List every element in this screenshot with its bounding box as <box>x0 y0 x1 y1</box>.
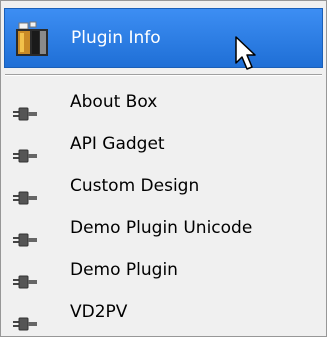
plugin-context-menu: Plugin Info About Box API Gadget Custom … <box>0 0 327 337</box>
menu-item-custom-design[interactable]: Custom Design <box>4 165 323 207</box>
menu-item-demo-plugin[interactable]: Demo Plugin <box>4 249 323 291</box>
menu-item-vd2pv[interactable]: VD2PV <box>4 291 323 333</box>
menu-item-label: API Gadget <box>70 134 165 154</box>
menu-separator <box>5 74 322 76</box>
menu-item-label: About Box <box>70 92 158 112</box>
menu-item-api-gadget[interactable]: API Gadget <box>4 123 323 165</box>
plug-icon <box>13 137 37 163</box>
menu-item-label: Custom Design <box>70 176 200 196</box>
plug-icon <box>13 305 37 331</box>
menu-items: About Box API Gadget Custom Design Demo … <box>4 81 323 333</box>
menu-item-plugin-info[interactable]: Plugin Info <box>4 8 323 68</box>
menu-item-label: Plugin Info <box>71 28 161 48</box>
menu-item-label: Demo Plugin <box>70 260 178 280</box>
mouse-pointer-icon <box>234 35 260 73</box>
plug-icon <box>13 221 37 247</box>
menu-item-label: VD2PV <box>70 302 128 322</box>
menu-item-about-box[interactable]: About Box <box>4 81 323 123</box>
plug-icon <box>13 95 37 121</box>
menu-item-label: Demo Plugin Unicode <box>70 218 253 238</box>
plug-icon <box>13 263 37 289</box>
menu-item-demo-plugin-unicode[interactable]: Demo Plugin Unicode <box>4 207 323 249</box>
plugin-info-icon <box>15 21 49 57</box>
plug-icon <box>13 179 37 205</box>
